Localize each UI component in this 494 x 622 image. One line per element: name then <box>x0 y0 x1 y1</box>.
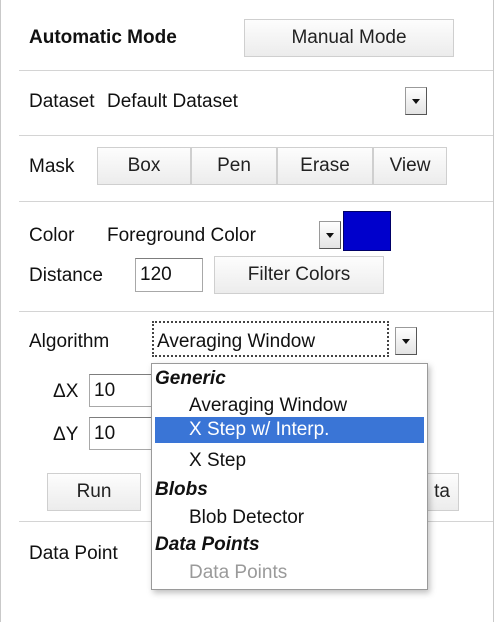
color-select-arrow-icon[interactable] <box>319 221 341 249</box>
dy-input[interactable]: 10 <box>89 417 159 450</box>
manual-mode-button[interactable]: Manual Mode <box>244 19 454 57</box>
automatic-mode-label[interactable]: Automatic Mode <box>29 27 177 49</box>
dropdown-option-x-step-interp[interactable]: X Step w/ Interp. <box>155 417 424 443</box>
mask-label: Mask <box>29 156 75 177</box>
dropdown-option-x-step[interactable]: X Step <box>155 448 424 474</box>
filter-colors-button[interactable]: Filter Colors <box>214 256 384 294</box>
dataset-select-value[interactable]: Default Dataset <box>107 91 238 113</box>
divider <box>19 201 493 202</box>
mask-pen-button[interactable]: Pen <box>191 147 277 185</box>
mask-view-button[interactable]: View <box>373 147 447 185</box>
dropdown-option-averaging-window[interactable]: Averaging Window <box>155 393 424 419</box>
algorithm-dropdown-menu[interactable]: Generic Averaging Window X Step w/ Inter… <box>151 363 428 590</box>
run-button[interactable]: Run <box>47 473 141 511</box>
dropdown-option-blob-detector[interactable]: Blob Detector <box>155 505 424 531</box>
data-points-label: Data Point <box>29 543 118 564</box>
dropdown-group-generic: Generic <box>155 368 226 389</box>
color-select-value[interactable]: Foreground Color <box>107 225 256 247</box>
dataset-label: Dataset <box>29 91 95 112</box>
mask-erase-button[interactable]: Erase <box>277 147 373 185</box>
divider <box>19 311 493 312</box>
distance-input[interactable]: 120 <box>135 258 203 292</box>
color-swatch[interactable] <box>343 211 391 251</box>
divider <box>19 135 493 136</box>
algorithm-label: Algorithm <box>29 331 110 352</box>
dropdown-group-data-points: Data Points <box>155 534 260 555</box>
dropdown-group-blobs: Blobs <box>155 479 208 500</box>
dataset-select-arrow-icon[interactable] <box>405 87 427 115</box>
algorithm-select-arrow-icon[interactable] <box>395 327 417 355</box>
distance-label: Distance <box>29 265 103 286</box>
dropdown-option-data-points: Data Points <box>189 562 288 583</box>
divider <box>19 70 493 71</box>
dx-label: ΔX <box>53 381 79 402</box>
control-panel: Automatic Mode Manual Mode Dataset Defau… <box>0 0 494 622</box>
dx-input[interactable]: 10 <box>89 374 159 407</box>
mask-box-button[interactable]: Box <box>97 147 191 185</box>
dy-label: ΔY <box>53 424 79 445</box>
algorithm-select-value[interactable]: Averaging Window <box>157 331 315 353</box>
color-label: Color <box>29 225 75 246</box>
